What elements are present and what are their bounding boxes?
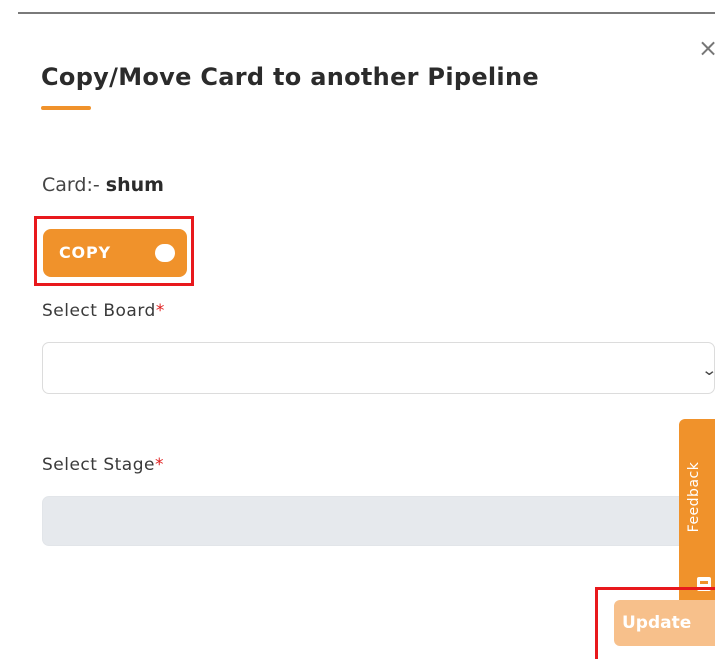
title-underline bbox=[41, 106, 91, 110]
card-prefix: Card:- bbox=[42, 174, 100, 196]
copy-move-toggle[interactable]: COPY bbox=[43, 229, 187, 277]
chevron-down-icon: ⌄ bbox=[701, 361, 715, 379]
select-board-label-text: Select Board bbox=[42, 301, 156, 321]
copy-toggle-label: COPY bbox=[59, 243, 111, 262]
select-stage-label: Select Stage* bbox=[42, 455, 164, 475]
toggle-knob bbox=[155, 244, 175, 262]
select-stage-dropdown[interactable] bbox=[42, 496, 715, 546]
required-marker: * bbox=[154, 455, 164, 475]
select-board-label: Select Board* bbox=[42, 301, 165, 321]
feedback-label: Feedback bbox=[686, 461, 702, 533]
modal-top-border bbox=[18, 12, 715, 14]
update-button[interactable]: Update bbox=[614, 600, 715, 646]
close-icon[interactable]: × bbox=[698, 36, 715, 60]
card-info: Card:- shum bbox=[42, 174, 164, 196]
select-board-dropdown[interactable] bbox=[42, 342, 715, 394]
required-marker: * bbox=[155, 301, 165, 321]
select-stage-label-text: Select Stage bbox=[42, 455, 155, 475]
card-name: shum bbox=[105, 174, 164, 196]
modal-title: Copy/Move Card to another Pipeline bbox=[41, 63, 539, 91]
